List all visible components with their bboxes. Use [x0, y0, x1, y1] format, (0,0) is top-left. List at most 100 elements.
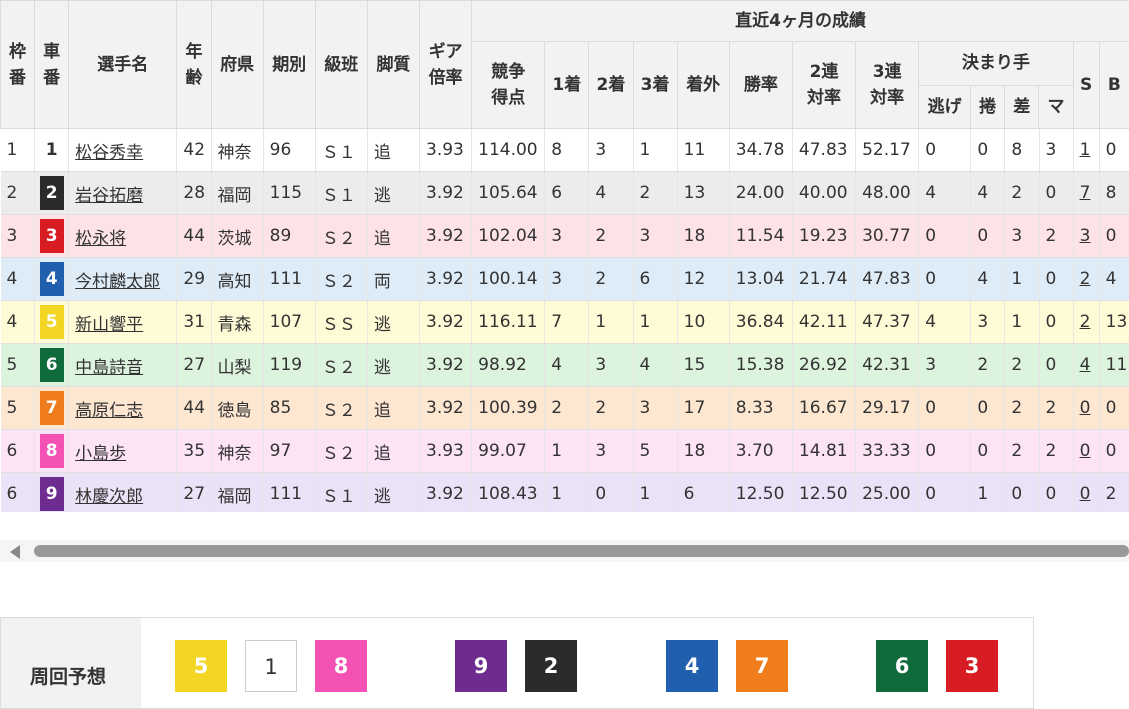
- car-number-badge: 2: [40, 176, 64, 210]
- s-count-link[interactable]: 4: [1080, 355, 1091, 375]
- rider-name-link[interactable]: 小島歩: [75, 444, 126, 464]
- cell-sashi: 3: [1005, 215, 1039, 258]
- cell-age-value: 42: [183, 140, 205, 160]
- cell-out-value: 15: [684, 355, 706, 375]
- cell-makuri-value: 0: [977, 226, 988, 246]
- header-s: S: [1073, 42, 1099, 129]
- s-count-link[interactable]: 2: [1080, 269, 1091, 289]
- cell-pref: 福岡: [211, 172, 263, 215]
- s-count-link[interactable]: 2: [1080, 312, 1091, 332]
- header-waku-text: 枠番: [8, 39, 28, 91]
- cell-waku-value: 3: [7, 226, 18, 246]
- cell-age: 27: [177, 344, 211, 387]
- cell-score-value: 102.04: [478, 226, 537, 246]
- cell-rate2: 21.74: [792, 258, 855, 301]
- cell-nige: 0: [919, 473, 971, 513]
- cell-out: 18: [677, 215, 729, 258]
- cell-age-value: 27: [183, 355, 205, 375]
- cell-second-value: 2: [595, 226, 606, 246]
- cell-pref-value: 福岡: [218, 186, 252, 206]
- cell-style: 逃: [367, 301, 419, 344]
- cell-ma: 2: [1039, 215, 1073, 258]
- rider-name-link[interactable]: 高原仁志: [75, 401, 143, 421]
- rider-name-link[interactable]: 松永将: [75, 229, 126, 249]
- cell-score: 108.43: [472, 473, 545, 513]
- cell-waku-value: 4: [7, 312, 18, 332]
- lap-chip-1: 1: [245, 640, 297, 692]
- s-count-link[interactable]: 0: [1080, 398, 1091, 418]
- cell-waku: 2: [1, 172, 35, 215]
- cell-age-value: 28: [183, 183, 205, 203]
- cell-gear-value: 3.92: [426, 312, 464, 332]
- cell-rate3: 33.33: [856, 430, 919, 473]
- cell-class-value: Ｓ２: [322, 229, 356, 249]
- s-count-link[interactable]: 3: [1080, 226, 1091, 246]
- cell-score: 99.07: [472, 430, 545, 473]
- table-row: 57高原仁志44徳島85Ｓ２追3.92100.39223178.3316.672…: [1, 387, 1129, 430]
- cell-rate3: 48.00: [856, 172, 919, 215]
- cell-second-value: 1: [595, 312, 606, 332]
- cell-winrate: 11.54: [729, 215, 792, 258]
- header-score-text: 競争得点: [488, 59, 528, 111]
- cell-name: 小島歩: [69, 430, 177, 473]
- table-row: 22岩谷拓磨28福岡115Ｓ１逃3.92105.646421324.0040.0…: [1, 172, 1129, 215]
- header-second: 2着: [589, 42, 633, 129]
- cell-makuri-value: 4: [977, 183, 988, 203]
- cell-first-value: 1: [551, 484, 562, 504]
- horizontal-scrollbar[interactable]: [0, 540, 1129, 562]
- rider-name-link[interactable]: 中島詩音: [75, 358, 143, 378]
- cell-gear-value: 3.92: [426, 484, 464, 504]
- cell-gear: 3.92: [420, 387, 472, 430]
- cell-gear-value: 3.92: [426, 398, 464, 418]
- cell-nige-value: 0: [925, 398, 936, 418]
- cell-first-value: 1: [551, 441, 562, 461]
- table-row: 44今村麟太郎29高知111Ｓ２両3.92100.143261213.0421.…: [1, 258, 1129, 301]
- cell-first-value: 6: [551, 183, 562, 203]
- cell-sha: 8: [35, 430, 69, 473]
- cell-sashi: 1: [1005, 258, 1039, 301]
- lap-chip-6: 6: [876, 640, 928, 692]
- lap-chip-5: 5: [175, 640, 227, 692]
- header-out: 着外: [677, 42, 729, 129]
- cell-ma-value: 2: [1046, 226, 1057, 246]
- cell-pref: 徳島: [211, 387, 263, 430]
- s-count-link[interactable]: 0: [1080, 484, 1091, 504]
- table-row: 56中島詩音27山梨119Ｓ２逃3.9298.924341515.3826.92…: [1, 344, 1129, 387]
- cell-out: 12: [677, 258, 729, 301]
- cell-makuri: 1: [971, 473, 1005, 513]
- cell-third: 5: [633, 430, 677, 473]
- header-rate3-text: 3連対率: [867, 59, 907, 111]
- cell-first: 7: [545, 301, 589, 344]
- header-recent: 直近4ヶ月の成績: [472, 1, 1129, 42]
- lap-chip-9: 9: [455, 640, 507, 692]
- cell-sashi-value: 0: [1011, 484, 1022, 504]
- rider-name-link[interactable]: 松谷秀幸: [75, 143, 143, 163]
- cell-ma-value: 0: [1046, 183, 1057, 203]
- cell-gear-value: 3.93: [426, 140, 464, 160]
- cell-first: 8: [545, 129, 589, 172]
- cell-rate3-value: 29.17: [862, 398, 911, 418]
- rider-name-link[interactable]: 林慶次郎: [75, 487, 143, 507]
- cell-style-value: 追: [374, 143, 391, 163]
- cell-rate2-value: 40.00: [799, 183, 848, 203]
- cell-ma-value: 0: [1046, 484, 1057, 504]
- cell-b-value: 13: [1106, 312, 1128, 332]
- cell-waku-value: 2: [7, 183, 18, 203]
- cell-makuri: 0: [971, 215, 1005, 258]
- scroll-left-arrow-icon[interactable]: [10, 545, 20, 559]
- s-count-link[interactable]: 1: [1080, 140, 1091, 160]
- scrollbar-thumb[interactable]: [34, 545, 1129, 557]
- cell-b-value: 8: [1106, 183, 1117, 203]
- rider-name-link[interactable]: 新山響平: [75, 315, 143, 335]
- rider-name-link[interactable]: 岩谷拓磨: [75, 186, 143, 206]
- rider-name-link[interactable]: 今村麟太郎: [75, 272, 160, 292]
- cell-gear: 3.92: [420, 172, 472, 215]
- cell-class: Ｓ２: [315, 344, 367, 387]
- s-count-link[interactable]: 7: [1080, 183, 1091, 203]
- s-count-link[interactable]: 0: [1080, 441, 1091, 461]
- cell-age: 35: [177, 430, 211, 473]
- cell-pref-value: 神奈: [218, 143, 252, 163]
- table-row: 68小島歩35神奈97Ｓ２追3.9399.07135183.7014.8133.…: [1, 430, 1129, 473]
- cell-third-value: 5: [640, 441, 651, 461]
- cell-winrate-value: 12.50: [736, 484, 785, 504]
